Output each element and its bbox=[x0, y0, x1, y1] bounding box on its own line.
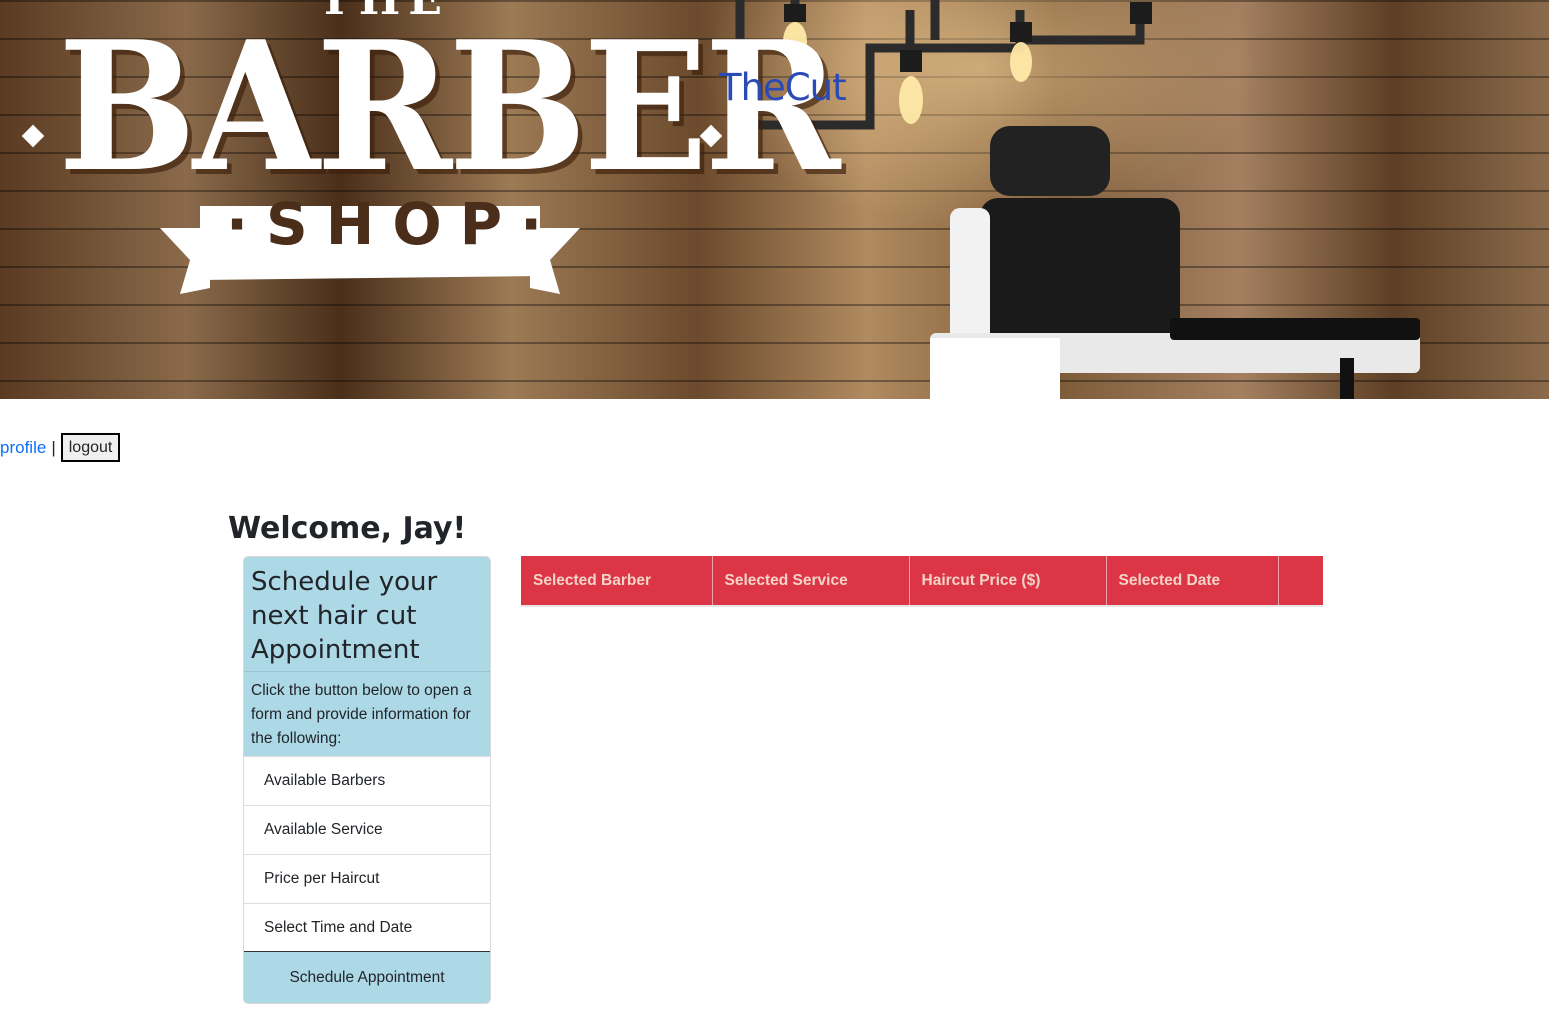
logo-diamond-left bbox=[21, 124, 45, 148]
col-haircut-price: Haircut Price ($) bbox=[908, 556, 1106, 607]
profile-link[interactable]: profile bbox=[0, 438, 46, 458]
barber-shop-logo: THE BARBER ·SHOP· bbox=[0, 0, 840, 320]
logo-shop-text: ·SHOP· bbox=[226, 190, 561, 258]
schedule-card: Schedule your next hair cut Appointment … bbox=[243, 556, 491, 1004]
card-header: Schedule your next hair cut Appointment bbox=[244, 557, 490, 671]
hero-banner: THE BARBER ·SHOP· TheCut bbox=[0, 0, 1549, 399]
appointments-table: Selected Barber Selected Service Haircut… bbox=[521, 556, 1323, 607]
col-selected-date: Selected Date bbox=[1105, 556, 1278, 607]
card-list: Available Barbers Available Service Pric… bbox=[244, 756, 490, 952]
nav-separator: | bbox=[51, 437, 56, 457]
card-description: Click the button below to open a form an… bbox=[244, 671, 490, 756]
list-item-service: Available Service bbox=[244, 805, 490, 854]
brand-name[interactable]: TheCut bbox=[719, 66, 847, 109]
col-selected-service: Selected Service bbox=[711, 556, 909, 607]
logout-button[interactable]: logout bbox=[60, 433, 121, 462]
table-header-row: Selected Barber Selected Service Haircut… bbox=[521, 556, 1323, 607]
col-selected-barber: Selected Barber bbox=[521, 556, 712, 607]
card-title: Schedule your next hair cut Appointment bbox=[251, 567, 438, 665]
col-actions bbox=[1277, 556, 1323, 607]
list-item-time-date: Select Time and Date bbox=[244, 903, 490, 952]
barber-chair-image bbox=[930, 126, 1420, 399]
schedule-appointment-button[interactable]: Schedule Appointment bbox=[244, 952, 490, 1003]
list-item-barbers: Available Barbers bbox=[244, 756, 490, 805]
list-item-price: Price per Haircut bbox=[244, 854, 490, 903]
user-nav: profile | logout bbox=[0, 433, 121, 462]
welcome-heading: Welcome, Jay! bbox=[228, 511, 467, 546]
